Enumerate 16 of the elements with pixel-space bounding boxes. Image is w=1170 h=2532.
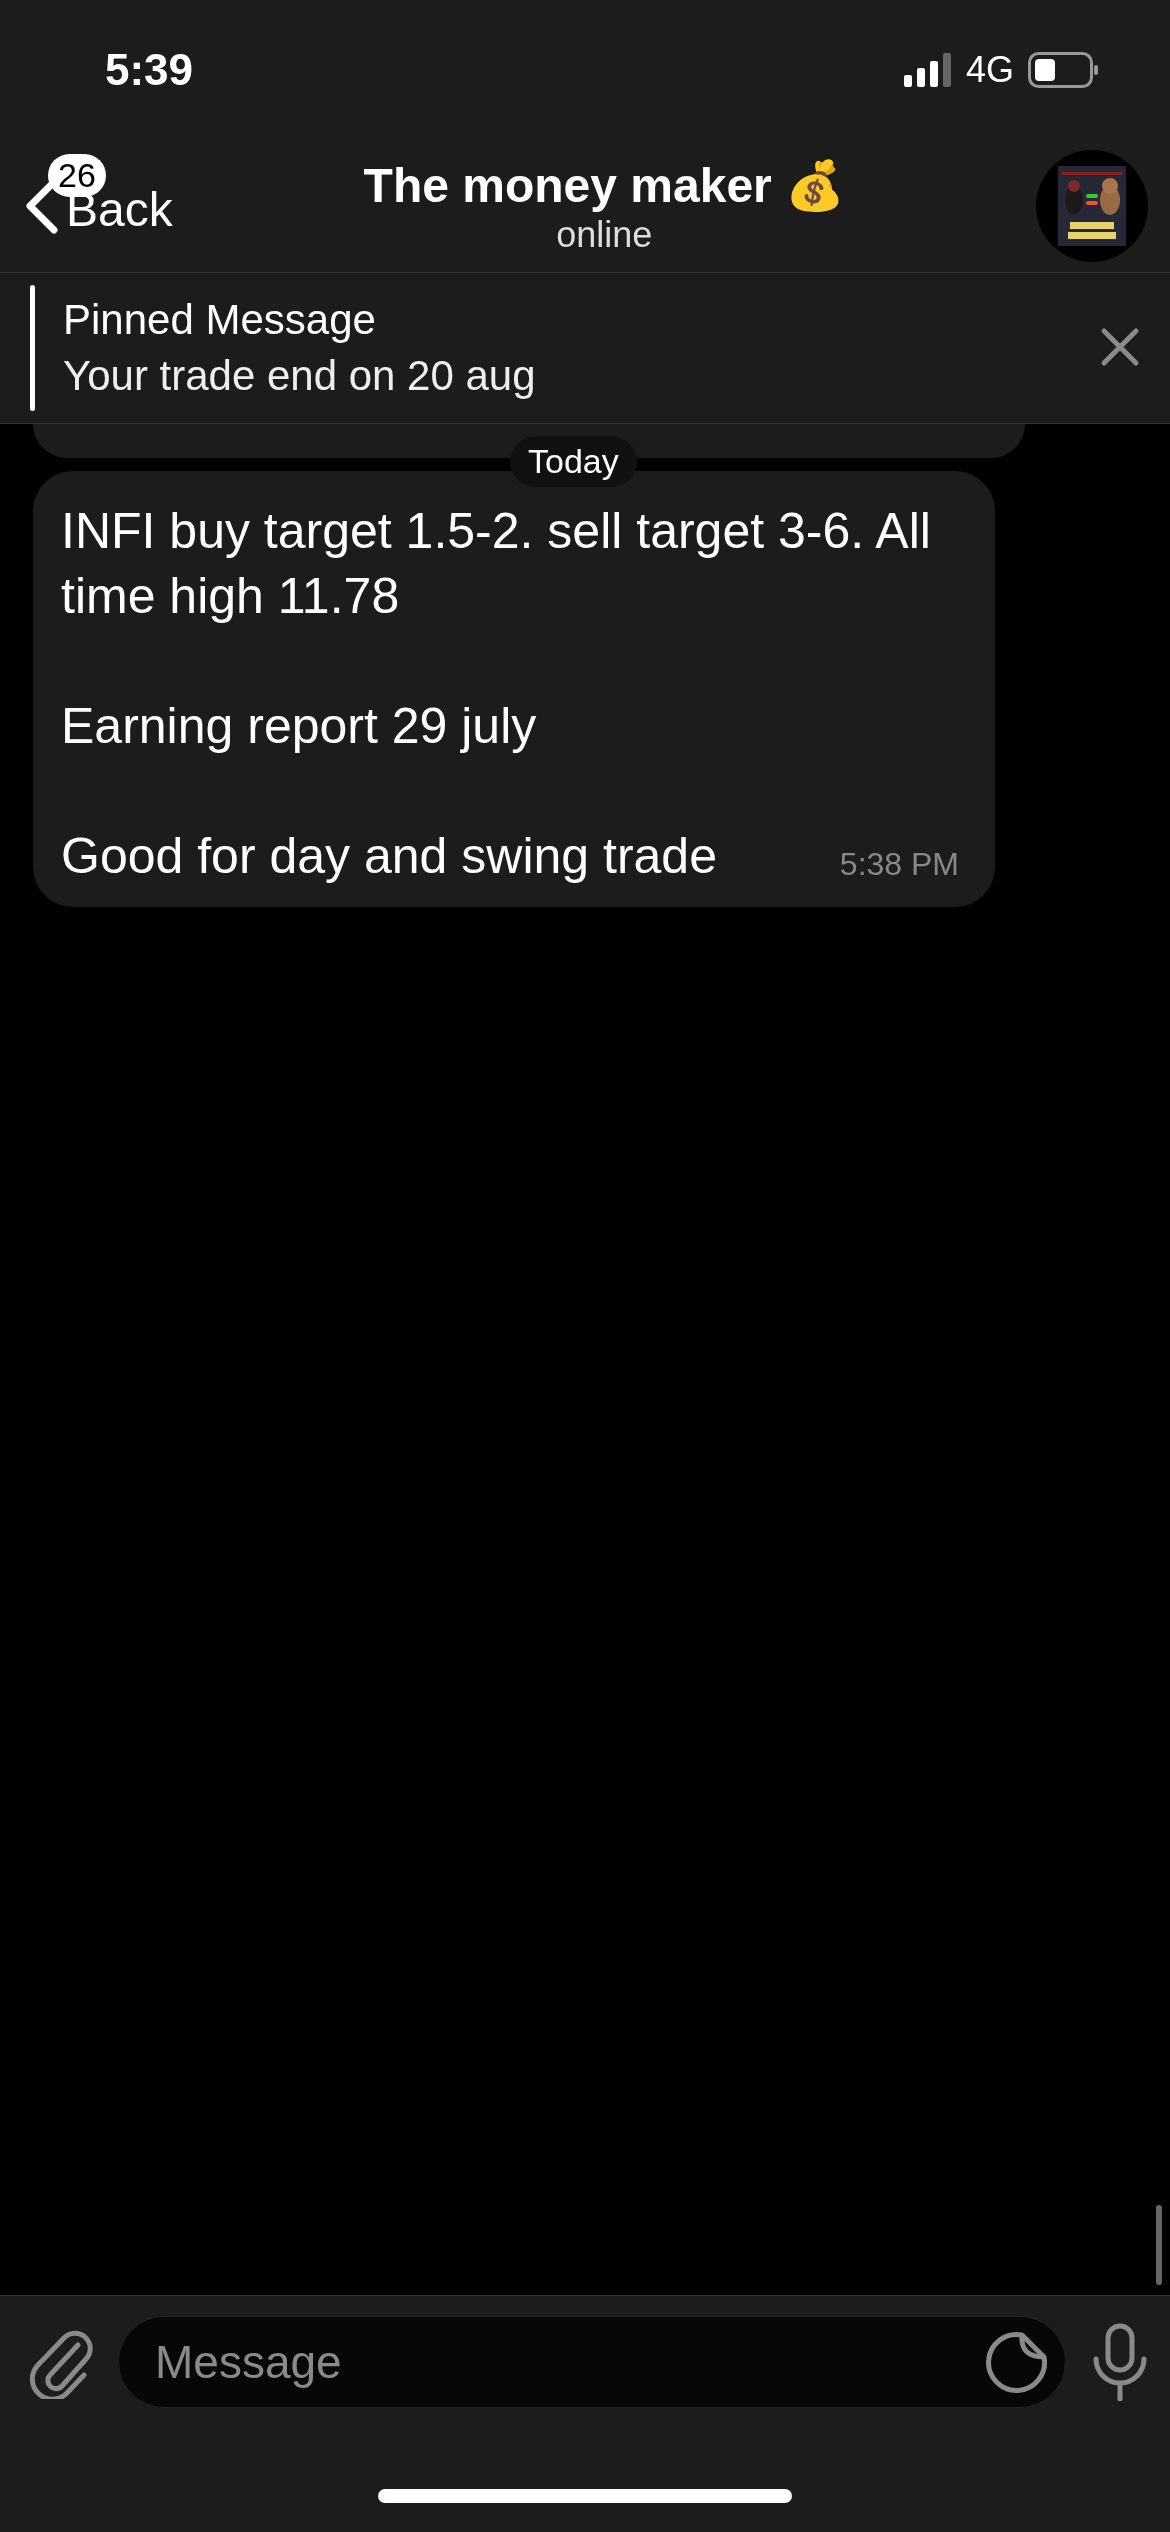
- pinned-text[interactable]: Your trade end on 20 aug: [63, 352, 1100, 400]
- sticker-icon[interactable]: [986, 2331, 1048, 2393]
- battery-icon: [1028, 52, 1100, 88]
- unread-badge: 26: [48, 154, 106, 197]
- message-text: INFI buy target 1.5-2. sell target 3-6. All time high 11.78: [61, 502, 932, 626]
- network-label: 4G: [965, 49, 1014, 91]
- message-time: 5:38 PM: [839, 846, 959, 883]
- date-badge: Today: [510, 436, 637, 487]
- signal-icon: [903, 53, 952, 87]
- message-field[interactable]: Message: [118, 2316, 1066, 2408]
- message-text: Earning report 29 july: [61, 697, 538, 756]
- chat-status: online: [556, 213, 653, 256]
- chat-title: The money maker 💰: [363, 157, 846, 214]
- status-time: 5:39: [105, 45, 194, 95]
- message-text: Good for day and swing trade: [61, 827, 717, 886]
- pinned-title: Pinned Message: [63, 296, 377, 344]
